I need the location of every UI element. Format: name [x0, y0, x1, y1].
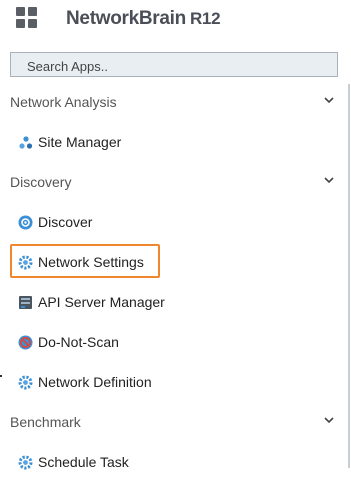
- section-benchmark[interactable]: Benchmark: [10, 414, 340, 438]
- brand-name: NetworkBrain: [66, 8, 186, 29]
- discover-icon: [18, 215, 33, 230]
- item-label: Network Definition: [38, 374, 152, 390]
- app-grid-icon[interactable]: [16, 7, 38, 29]
- section-discovery[interactable]: Discovery: [10, 174, 340, 198]
- brand-version: R12: [189, 9, 221, 28]
- network-settings-icon: [18, 255, 33, 270]
- item-label: Do-Not-Scan: [38, 334, 119, 350]
- item-label: Network Settings: [38, 254, 144, 270]
- brand-logo: NetworkBrain R12: [66, 8, 221, 30]
- search-input[interactable]: [10, 52, 338, 77]
- do-not-scan-icon: [18, 335, 33, 350]
- item-label: Site Manager: [38, 134, 122, 150]
- cursor-mark: [0, 375, 2, 377]
- panel-divider: [348, 84, 350, 468]
- header: NetworkBrain R12: [0, 0, 351, 40]
- section-label: Benchmark: [10, 414, 81, 430]
- section-label: Discovery: [10, 174, 72, 190]
- network-definition-icon: [18, 375, 33, 390]
- chevron-down-icon[interactable]: [324, 95, 334, 105]
- chevron-down-icon[interactable]: [324, 175, 334, 185]
- api-server-icon: [19, 296, 32, 309]
- chevron-down-icon[interactable]: [324, 415, 334, 425]
- item-label: Discover: [38, 214, 93, 230]
- site-manager-icon: [19, 136, 33, 149]
- section-label: Network Analysis: [10, 94, 117, 110]
- section-network-analysis[interactable]: Network Analysis: [10, 94, 340, 118]
- item-label: API Server Manager: [38, 294, 165, 310]
